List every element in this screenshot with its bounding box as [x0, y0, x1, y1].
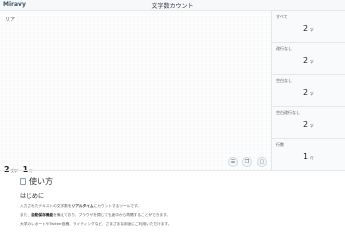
copy-icon: ❐	[244, 159, 250, 165]
stat-label: すべて	[276, 14, 288, 19]
count-summary: 2文字 1行	[4, 157, 33, 174]
stat-no-space: 空白なし 2字	[272, 75, 345, 107]
char-count: 2文字	[4, 157, 18, 176]
stat-value: 2字	[303, 24, 314, 33]
stat-all: すべて 2字	[272, 11, 345, 43]
text-editor[interactable]: リア	[0, 11, 272, 170]
page-title: 文字数カウント	[151, 3, 194, 10]
stat-value: 1行	[303, 152, 314, 161]
stat-no-newline: 改行なし 2字	[272, 43, 345, 75]
stat-value: 2字	[303, 88, 314, 97]
stat-label: 行数	[276, 142, 284, 147]
copy-button[interactable]: ❐	[242, 157, 252, 167]
list-icon: ☰	[230, 159, 236, 165]
stat-label: 空白改行なし	[276, 110, 300, 115]
top-bar: Miravy 文字数カウント	[0, 0, 345, 11]
line-count: 1行	[23, 157, 33, 176]
list-button[interactable]: ☰	[228, 157, 238, 167]
stats-panel: すべて 2字 改行なし 2字 空白なし 2字 空白改行なし 2字 行数 1行	[272, 11, 345, 170]
editor-content[interactable]: リア	[5, 16, 15, 23]
document-icon	[20, 178, 26, 185]
stat-value: 2字	[303, 120, 314, 129]
intro-paragraph-1: 入力されたテキストの文字数をリアルタイムにカウントするツールです。	[20, 204, 142, 208]
intro-paragraph-2: また、自動保存機能を備えており、ブラウザを閉じても途中から再開することができます…	[20, 213, 171, 217]
stat-label: 改行なし	[276, 46, 292, 51]
howto-title: 使い方	[29, 177, 53, 186]
howto-section: 使い方 はじめに 入力されたテキストの文字数をリアルタイムにカウントするツールで…	[20, 176, 320, 227]
stat-no-space-newline: 空白改行なし 2字	[272, 107, 345, 139]
stat-value: 2字	[303, 56, 314, 65]
clipboard-icon: ▢	[259, 159, 265, 165]
stat-lines: 行数 1行	[272, 139, 345, 171]
clipboard-button[interactable]: ▢	[257, 157, 267, 167]
section-divider	[0, 170, 345, 171]
howto-heading: 使い方	[20, 176, 320, 187]
intro-title: はじめに	[20, 193, 45, 200]
stat-label: 空白なし	[276, 78, 292, 83]
intro-paragraph-3: 大学のレポートやTwitter投稿、ライティングなど、さまざまな用途にご利用いた…	[20, 222, 172, 226]
